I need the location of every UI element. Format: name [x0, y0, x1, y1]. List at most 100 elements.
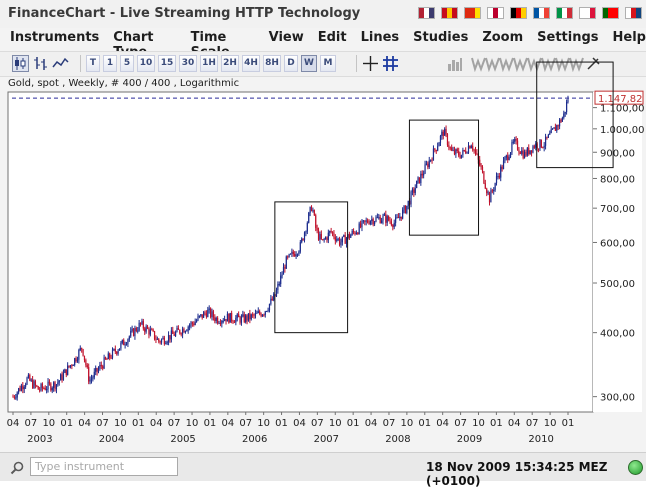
menu-time-scale[interactable]: Time Scale [191, 28, 255, 60]
candle-body [497, 175, 499, 177]
candle-body [441, 131, 443, 136]
jp-flag-icon[interactable] [487, 7, 504, 19]
x-month-label: 07 [239, 418, 252, 429]
candle-body [92, 377, 94, 379]
cz-flag-icon[interactable] [625, 7, 642, 19]
timescale-button-w[interactable]: W [301, 55, 317, 72]
timescale-button-t[interactable]: T [86, 55, 100, 72]
candle-body [113, 349, 115, 351]
timescale-button-1h[interactable]: 1H [200, 55, 218, 72]
us-flag-icon[interactable] [418, 7, 435, 19]
candle-body [389, 220, 391, 222]
candle-body [32, 379, 34, 388]
x-month-label: 04 [7, 418, 20, 429]
instrument-search-input[interactable] [30, 457, 178, 476]
price-chart[interactable]: 300,00 400,00 500,00 600,00 700,00 800,00 900,… [0, 61, 646, 448]
candle-body [43, 388, 45, 390]
candle-body [26, 377, 28, 385]
timescale-button-4h[interactable]: 4H [242, 55, 260, 72]
x-month-label: 04 [436, 418, 449, 429]
de-flag-icon[interactable] [510, 7, 527, 19]
candle-body [193, 323, 195, 325]
timescale-button-1[interactable]: 1 [103, 55, 117, 72]
line-chart-icon[interactable] [52, 55, 69, 72]
candle-body [509, 152, 512, 158]
candle-body [540, 139, 542, 148]
timescale-button-2h[interactable]: 2H [221, 55, 239, 72]
y-tick-label: 600,00 [600, 238, 635, 249]
menu-lines[interactable]: Lines [361, 28, 400, 50]
candle-body [543, 145, 545, 148]
menu-view[interactable]: View [269, 28, 304, 50]
candle-body [239, 317, 241, 323]
candle-body [354, 232, 356, 235]
candle-body [364, 220, 366, 222]
candle-body [146, 326, 149, 329]
candle-body [309, 206, 311, 213]
timescale-button-d[interactable]: D [284, 55, 298, 72]
timescale-button-8h[interactable]: 8H [263, 55, 281, 72]
menu-edit[interactable]: Edit [318, 28, 347, 50]
candle-body [327, 232, 329, 241]
candle-body [351, 230, 353, 235]
candle-body [107, 353, 109, 360]
es-flag-icon[interactable] [441, 7, 458, 19]
candle-body [476, 152, 478, 155]
pl-flag-icon[interactable] [579, 7, 596, 19]
candle-body [337, 238, 339, 240]
timescale-button-30[interactable]: 30 [179, 55, 197, 72]
cn-flag-icon[interactable] [464, 7, 481, 19]
candle-body [30, 379, 32, 381]
candle-body [61, 374, 63, 380]
candle-body [75, 358, 77, 362]
candle-body [233, 322, 236, 324]
candle-body [285, 256, 287, 269]
it-flag-icon[interactable] [556, 7, 573, 19]
x-month-label: 01 [204, 418, 217, 429]
menu-settings[interactable]: Settings [537, 28, 598, 50]
candle-body [253, 314, 255, 316]
timescale-button-15[interactable]: 15 [158, 55, 176, 72]
candle-body [78, 350, 80, 360]
crosshair-icon[interactable] [362, 55, 379, 72]
pt-flag-icon[interactable] [602, 7, 619, 19]
candle-body [500, 166, 502, 178]
candle-body [54, 382, 56, 390]
x-year-label: 2008 [385, 434, 410, 445]
candle-body [170, 330, 172, 340]
candle-body [554, 127, 556, 131]
candle-body [264, 311, 266, 315]
grid-icon[interactable] [382, 55, 399, 72]
candle-body [344, 235, 346, 244]
candle-body [15, 397, 17, 399]
candle-body [533, 146, 535, 148]
menu-studies[interactable]: Studies [413, 28, 468, 50]
candle-body [72, 364, 74, 366]
candle-body [204, 312, 206, 314]
menu-zoom[interactable]: Zoom [482, 28, 523, 50]
ohlc-chart-icon[interactable] [32, 55, 49, 72]
menu-chart-type[interactable]: Chart Type [113, 28, 176, 60]
candle-body [547, 134, 549, 138]
menu-help[interactable]: Help [613, 28, 646, 50]
wave-tool-icon[interactable] [568, 55, 585, 72]
candle-body [397, 217, 400, 219]
timescale-button-10[interactable]: 10 [137, 55, 155, 72]
candle-body [261, 314, 264, 317]
candle-body [156, 338, 158, 340]
candle-body [46, 389, 48, 391]
fr-flag-icon[interactable] [533, 7, 550, 19]
candle-body [400, 216, 402, 219]
candle-body [79, 347, 81, 351]
candle-body [104, 357, 107, 360]
timescale-button-m[interactable]: M [320, 55, 336, 72]
candle-body [431, 159, 433, 161]
studies-icon[interactable] [446, 55, 463, 72]
candle-body [130, 330, 132, 337]
candle-chart-icon[interactable] [12, 55, 29, 72]
pointer-icon[interactable] [585, 55, 602, 72]
candle-body [425, 163, 428, 165]
search-icon[interactable] [10, 461, 24, 475]
timescale-button-5[interactable]: 5 [120, 55, 134, 72]
menu-instruments[interactable]: Instruments [10, 28, 99, 50]
